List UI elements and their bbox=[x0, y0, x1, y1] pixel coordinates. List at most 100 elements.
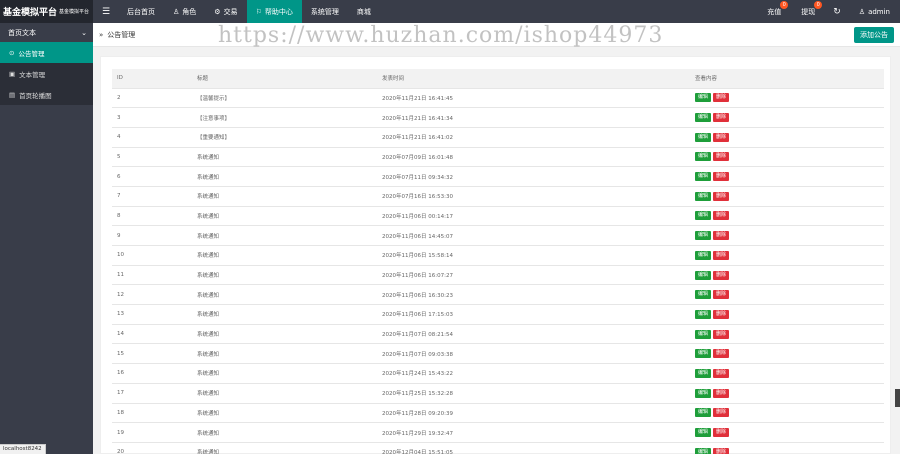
edit-button[interactable]: 编辑 bbox=[695, 388, 712, 398]
delete-button[interactable]: 删除 bbox=[713, 172, 730, 182]
delete-button[interactable]: 删除 bbox=[713, 93, 730, 103]
edit-button[interactable]: 编辑 bbox=[695, 368, 712, 378]
breadcrumb: » 公告管理 添加公告 bbox=[93, 23, 900, 47]
edit-button[interactable]: 编辑 bbox=[695, 152, 712, 162]
refresh-icon[interactable]: ↻ bbox=[825, 0, 849, 23]
menu-toggle-icon[interactable]: ☰ bbox=[98, 0, 114, 23]
cell-title: 系统通知 bbox=[192, 206, 377, 227]
delete-button[interactable]: 删除 bbox=[713, 191, 730, 201]
chevron-down-icon: ⌄ bbox=[81, 28, 87, 37]
delete-button[interactable]: 删除 bbox=[713, 447, 730, 454]
table-row: 11 系统通知 2020年11月06日 16:07:27 编辑 删除 bbox=[112, 265, 884, 286]
edit-button[interactable]: 编辑 bbox=[695, 93, 712, 103]
delete-button[interactable]: 删除 bbox=[713, 388, 730, 398]
cell-time: 2020年11月06日 17:15:03 bbox=[377, 304, 690, 325]
sidebar-item-announcements[interactable]: ⊙ 公告管理 bbox=[0, 42, 93, 63]
cell-title: 系统通知 bbox=[192, 166, 377, 187]
table-row: 14 系统通知 2020年11月07日 08:21:54 编辑 删除 bbox=[112, 324, 884, 345]
sidebar: 首页文本 ⌄ ⊙ 公告管理 ▣ 文本管理 ▤ 首页轮播图 localhost82… bbox=[0, 23, 93, 454]
delete-button[interactable]: 删除 bbox=[713, 408, 730, 418]
delete-button[interactable]: 删除 bbox=[713, 309, 730, 319]
sidebar-item-label: 文本管理 bbox=[19, 70, 46, 79]
table-row: 16 系统通知 2020年11月24日 15:43:22 编辑 删除 bbox=[112, 363, 884, 384]
edit-button[interactable]: 编辑 bbox=[695, 428, 712, 438]
delete-button[interactable]: 删除 bbox=[713, 428, 730, 438]
withdraw-button[interactable]: 提现 0 bbox=[791, 0, 825, 23]
brand[interactable]: 基金模拟平台 基金模拟平台 bbox=[0, 0, 93, 23]
delete-button[interactable]: 删除 bbox=[713, 211, 730, 221]
nav-home[interactable]: 后台首页 bbox=[118, 0, 164, 23]
status-url: localhost8242 bbox=[0, 444, 46, 454]
user-menu[interactable]: ♙ admin bbox=[849, 0, 900, 23]
cell-time: 2020年11月21日 16:41:34 bbox=[377, 107, 690, 128]
edit-button[interactable]: 编辑 bbox=[695, 191, 712, 201]
edit-button[interactable]: 编辑 bbox=[695, 250, 712, 260]
table-row: 15 系统通知 2020年11月07日 09:03:38 编辑 删除 bbox=[112, 343, 884, 365]
recharge-badge: 0 bbox=[780, 1, 789, 9]
breadcrumb-separator-icon: » bbox=[99, 30, 104, 39]
cell-id: 14 bbox=[112, 324, 192, 345]
top-nav: 后台首页 ♙ 角色 ⚙ 交易 ⚐ 帮助中心 系统管理 商城 bbox=[118, 0, 380, 23]
sidebar-item-carousel[interactable]: ▤ 首页轮播图 bbox=[0, 84, 93, 105]
recharge-button[interactable]: 充值 0 bbox=[757, 0, 791, 23]
cell-actions: 编辑 删除 bbox=[690, 324, 884, 345]
delete-button[interactable]: 删除 bbox=[713, 290, 730, 300]
sidebar-group-home-text[interactable]: 首页文本 ⌄ bbox=[0, 23, 93, 42]
delete-button[interactable]: 删除 bbox=[713, 113, 730, 123]
edit-button[interactable]: 编辑 bbox=[695, 132, 712, 142]
cell-time: 2020年11月06日 00:14:17 bbox=[377, 206, 690, 227]
cell-time: 2020年07月16日 16:53:30 bbox=[377, 186, 690, 207]
table-row: 7 系统通知 2020年07月16日 16:53:30 编辑 删除 bbox=[112, 186, 884, 207]
cell-time: 2020年11月21日 16:41:02 bbox=[377, 127, 690, 148]
nav-roles[interactable]: ♙ 角色 bbox=[164, 0, 205, 23]
cell-id: 5 bbox=[112, 147, 192, 168]
delete-button[interactable]: 删除 bbox=[713, 270, 730, 280]
edit-button[interactable]: 编辑 bbox=[695, 211, 712, 221]
edit-button[interactable]: 编辑 bbox=[695, 172, 712, 182]
scrollbar-handle[interactable] bbox=[895, 389, 900, 407]
table-row: 13 系统通知 2020年11月06日 17:15:03 编辑 删除 bbox=[112, 304, 884, 325]
cell-time: 2020年11月21日 16:41:45 bbox=[377, 88, 690, 109]
nav-mall[interactable]: 商城 bbox=[348, 0, 380, 23]
edit-button[interactable]: 编辑 bbox=[695, 270, 712, 280]
target-icon: ⊙ bbox=[9, 48, 15, 57]
delete-button[interactable]: 删除 bbox=[713, 231, 730, 241]
edit-button[interactable]: 编辑 bbox=[695, 309, 712, 319]
nav-help-center[interactable]: ⚐ 帮助中心 bbox=[246, 0, 302, 23]
delete-button[interactable]: 删除 bbox=[713, 368, 730, 378]
cell-time: 2020年11月06日 16:07:27 bbox=[377, 265, 690, 286]
nav-system[interactable]: 系统管理 bbox=[302, 0, 348, 23]
edit-button[interactable]: 编辑 bbox=[695, 231, 712, 241]
edit-button[interactable]: 编辑 bbox=[695, 408, 712, 418]
edit-button[interactable]: 编辑 bbox=[695, 113, 712, 123]
delete-button[interactable]: 删除 bbox=[713, 349, 730, 359]
delete-button[interactable]: 删除 bbox=[713, 132, 730, 142]
image-icon: ▤ bbox=[9, 90, 16, 99]
cell-id: 11 bbox=[112, 265, 192, 286]
column-header-id: ID bbox=[112, 69, 192, 89]
nav-trade[interactable]: ⚙ 交易 bbox=[205, 0, 246, 23]
edit-button[interactable]: 编辑 bbox=[695, 447, 712, 454]
cell-id: 6 bbox=[112, 166, 192, 187]
edit-button[interactable]: 编辑 bbox=[695, 290, 712, 300]
edit-button[interactable]: 编辑 bbox=[695, 329, 712, 339]
cell-time: 2020年11月06日 15:58:14 bbox=[377, 245, 690, 266]
top-right-tools: 充值 0 提现 0 ↻ ♙ admin bbox=[757, 0, 900, 23]
delete-button[interactable]: 删除 bbox=[713, 152, 730, 162]
cell-id: 12 bbox=[112, 284, 192, 306]
edit-button[interactable]: 编辑 bbox=[695, 349, 712, 359]
nav-trade-label: 交易 bbox=[223, 7, 238, 16]
username: admin bbox=[868, 7, 890, 16]
cell-id: 4 bbox=[112, 127, 192, 148]
table-row: 9 系统通知 2020年11月06日 14:45:07 编辑 删除 bbox=[112, 225, 884, 246]
sidebar-item-text-manage[interactable]: ▣ 文本管理 bbox=[0, 63, 93, 84]
top-bar: 基金模拟平台 基金模拟平台 ☰ 后台首页 ♙ 角色 ⚙ 交易 ⚐ 帮助中心 系统… bbox=[0, 0, 900, 23]
cell-title: 系统通知 bbox=[192, 225, 377, 246]
add-announcement-button[interactable]: 添加公告 bbox=[854, 27, 894, 43]
cell-id: 19 bbox=[112, 422, 192, 443]
table-row: 18 系统通知 2020年11月28日 09:20:39 编辑 删除 bbox=[112, 403, 884, 424]
delete-button[interactable]: 删除 bbox=[713, 329, 730, 339]
cell-title: 系统通知 bbox=[192, 245, 377, 266]
cell-title: 系统通知 bbox=[192, 265, 377, 286]
delete-button[interactable]: 删除 bbox=[713, 250, 730, 260]
